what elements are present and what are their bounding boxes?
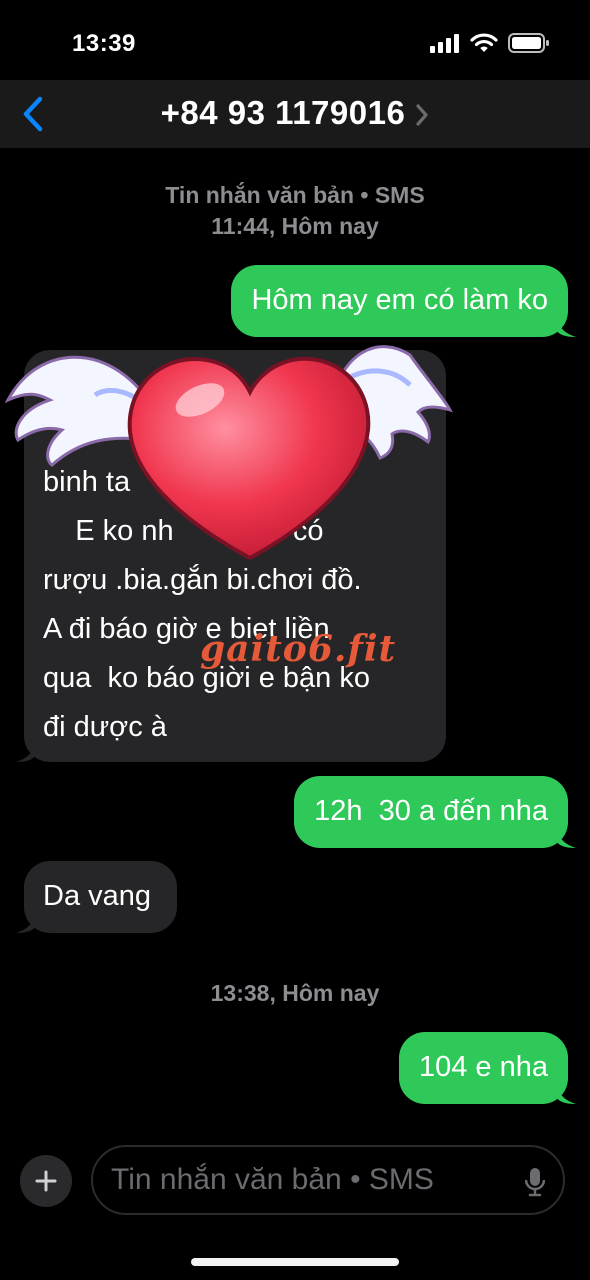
incoming-message[interactable]: Da vang xyxy=(16,861,178,933)
status-icons xyxy=(430,32,550,54)
bubble-tail xyxy=(16,911,36,933)
outgoing-message[interactable]: 12h 30 a đến nha xyxy=(294,776,576,848)
contact-number: +84 93 1179016 xyxy=(160,94,406,131)
message-input-placeholder: Tin nhắn văn bản • SMS xyxy=(111,1163,434,1196)
bubble-tail xyxy=(556,315,576,337)
message-type-label: Tin nhắn văn bản • SMS xyxy=(165,182,425,208)
message-text: 12h 30 a đến nha xyxy=(314,795,548,827)
cellular-signal-icon xyxy=(430,34,459,53)
outgoing-message[interactable]: 104 e nha xyxy=(398,1032,576,1104)
microphone-icon[interactable] xyxy=(525,1167,545,1197)
timestamp: 11:44, Hôm nay xyxy=(211,213,379,239)
bubble-tail xyxy=(16,740,36,762)
message-text: Da vang xyxy=(43,880,152,912)
bubble-tail xyxy=(556,826,576,848)
home-indicator[interactable] xyxy=(191,1258,399,1266)
heart xyxy=(127,356,371,561)
add-attachment-button[interactable] xyxy=(20,1155,72,1207)
chevron-right-icon xyxy=(416,104,428,126)
conversation-header: +84 93 1179016 xyxy=(0,80,590,148)
message-text: 104 e nha xyxy=(418,1051,548,1083)
bubble-tail xyxy=(556,1082,576,1104)
contact-title[interactable]: +84 93 1179016 xyxy=(0,94,590,132)
wifi-icon xyxy=(470,33,498,52)
watermark: gaito6.fit xyxy=(200,628,397,670)
winged-heart-sticker xyxy=(4,345,453,561)
timestamp: 13:38, Hôm nay xyxy=(210,980,380,1006)
battery-icon xyxy=(508,33,549,53)
message-text: Hôm nay em có làm ko xyxy=(251,284,548,316)
message-input[interactable]: Tin nhắn văn bản • SMS xyxy=(91,1145,565,1215)
outgoing-message[interactable]: Hôm nay em có làm ko xyxy=(231,265,576,337)
plus-icon xyxy=(35,1170,57,1192)
message-line: đi dược à xyxy=(43,711,167,743)
status-time: 13:39 xyxy=(72,30,136,57)
